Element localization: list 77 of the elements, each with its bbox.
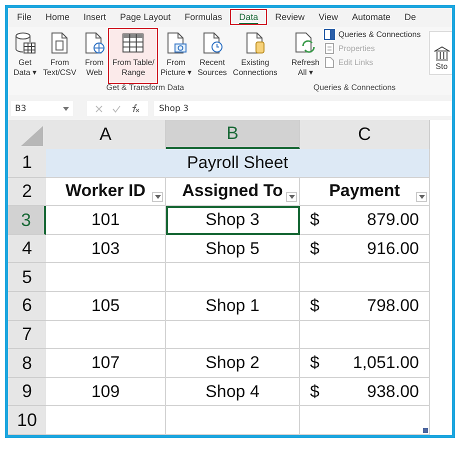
group-label: Queries & Connections	[312, 82, 397, 93]
ribbon-tab[interactable]: Automate	[347, 10, 396, 24]
row-header[interactable]: 9	[8, 378, 46, 406]
row-header[interactable]: 10	[8, 406, 46, 435]
caret-icon[interactable]	[418, 195, 424, 200]
amount: 798.00	[367, 296, 419, 316]
ribbon-tab[interactable]: Page Layout	[115, 10, 176, 24]
row-header[interactable]: 8	[8, 349, 46, 378]
table-cell: Shop 3	[166, 206, 300, 235]
ribbon-tab[interactable]: Home	[40, 10, 75, 24]
ribbon-tab[interactable]: Formulas	[180, 10, 228, 24]
column-header[interactable]: C	[300, 120, 430, 150]
filter-button[interactable]	[416, 192, 427, 202]
formula-field[interactable]: Shop 3	[154, 101, 452, 116]
table-cell: 101	[46, 206, 166, 235]
ribbon-button[interactable]: Sto	[428, 31, 452, 75]
caret-icon[interactable]	[154, 195, 160, 200]
row-header[interactable]: 5	[8, 263, 46, 292]
ribbon-tab[interactable]: De	[400, 10, 422, 24]
function-icon[interactable]	[130, 104, 140, 114]
ribbon-button[interactable]: From Table/ Range	[109, 29, 158, 83]
amount: 938.00	[367, 382, 419, 402]
database-icon	[13, 31, 37, 56]
table-icon	[121, 31, 146, 56]
amount: 879.00	[367, 210, 419, 230]
currency-symbol: $	[310, 238, 320, 259]
document-icon	[324, 57, 336, 68]
row-header[interactable]: 6	[8, 292, 46, 321]
amount: 1,051.00	[352, 353, 419, 373]
table-cell: 103	[46, 234, 166, 264]
column-heading: Worker ID	[66, 181, 146, 202]
title-cell: Payroll Sheet	[46, 149, 430, 178]
ribbon-tab[interactable]: Insert	[78, 10, 112, 24]
ribbon-tab[interactable]: Review	[270, 10, 310, 24]
table-cell: Shop 1	[166, 292, 300, 321]
refresh-icon	[293, 31, 318, 56]
column-header[interactable]: B	[166, 120, 300, 150]
table-cell: 107	[46, 349, 166, 378]
ribbon-button[interactable]: From Web	[79, 29, 110, 83]
ribbon-button[interactable]: From Text/CSV	[40, 29, 80, 83]
bank-icon	[434, 46, 450, 62]
ribbon-tab[interactable]: Data	[231, 10, 266, 24]
table-cell: Shop 4	[166, 378, 300, 406]
row-header[interactable]: 3	[8, 206, 46, 235]
resize-handle[interactable]	[423, 428, 428, 433]
filter-button[interactable]	[152, 192, 163, 202]
row-header[interactable]: 2	[8, 178, 46, 206]
currency-symbol: $	[310, 210, 320, 230]
row-header[interactable]: 1	[8, 149, 46, 178]
table-cell: Shop 5	[166, 234, 300, 264]
name-box[interactable]: B3	[11, 101, 73, 116]
ribbon-button[interactable]: Get Data ▾	[10, 29, 40, 83]
currency-symbol: $	[310, 353, 320, 373]
ribbon-tab[interactable]: View	[314, 10, 343, 24]
row-header[interactable]: 4	[8, 234, 46, 264]
group-label: Get & Transform Data	[105, 82, 186, 93]
ribbon-tab[interactable]: File	[12, 10, 37, 24]
ribbon-button[interactable]: Recent Sources	[194, 29, 230, 83]
currency-symbol: $	[310, 296, 320, 316]
amount: 916.00	[367, 238, 419, 259]
caret-icon[interactable]	[63, 106, 69, 111]
caret-icon[interactable]	[288, 195, 294, 200]
filter-button[interactable]	[286, 192, 297, 202]
ribbon-button[interactable]: From Picture ▾	[157, 29, 195, 83]
properties-icon	[324, 43, 336, 54]
column-header[interactable]: A	[46, 120, 166, 150]
column-heading: Payment	[329, 181, 400, 202]
ribbon-button[interactable]: Queries & Connections	[324, 29, 421, 40]
ribbon-button[interactable]: Existing Connections	[230, 29, 280, 83]
row-header[interactable]: 7	[8, 320, 46, 350]
table-cell: 109	[46, 378, 166, 406]
currency-symbol: $	[310, 382, 320, 402]
column-heading: Assigned To	[182, 181, 283, 202]
table-cell: 105	[46, 292, 166, 321]
ribbon-button[interactable]: Refresh All ▾	[288, 29, 322, 83]
table-cell: Shop 2	[166, 349, 300, 378]
check-icon[interactable]	[112, 104, 121, 113]
